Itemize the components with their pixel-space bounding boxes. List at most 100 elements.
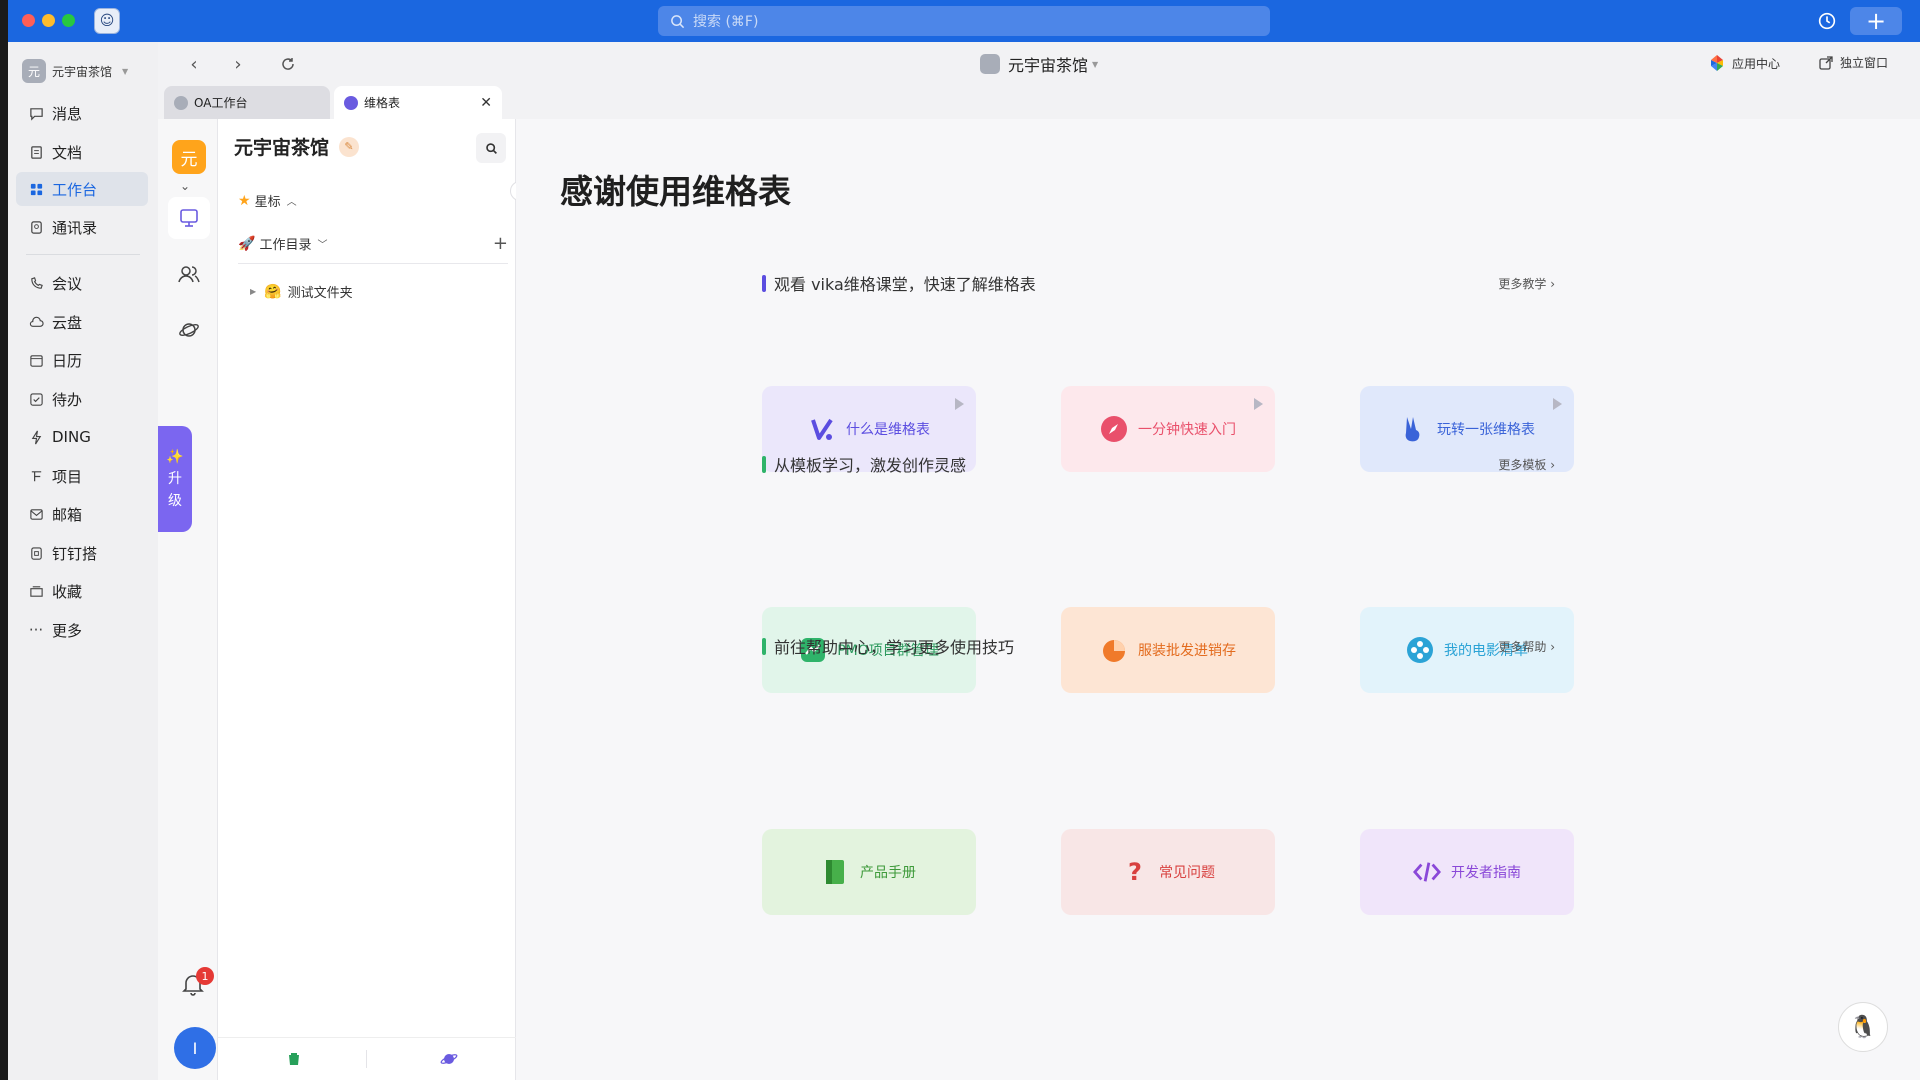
- folder-emoji-icon: 🤗: [264, 283, 282, 300]
- card-faq[interactable]: ? 常见问题: [1061, 829, 1275, 915]
- work-directory-toggle[interactable]: 🚀 工作目录 ﹀ +: [238, 233, 508, 254]
- chevron-down-icon[interactable]: ⌄: [180, 179, 190, 193]
- back-button[interactable]: ‹: [182, 52, 206, 76]
- section-header-courses: 观看 vika维格课堂，快速了解维格表 更多教学 ›: [762, 273, 1555, 294]
- mail-icon: [28, 506, 44, 522]
- tab-oa-workbench[interactable]: OA工作台: [164, 86, 330, 119]
- compass-icon: [1100, 415, 1128, 443]
- work-directory-label: 工作目录: [259, 238, 312, 253]
- sidebar-item-label: 待办: [52, 390, 83, 409]
- sidebar-item-lowcode[interactable]: 钉钉搭: [16, 536, 148, 570]
- card-label: 产品手册: [860, 865, 916, 881]
- trash-icon[interactable]: [286, 1051, 302, 1067]
- new-plus-button[interactable]: +: [1850, 7, 1902, 35]
- play-icon: [1254, 398, 1263, 410]
- sidebar-item-contacts[interactable]: 通讯录: [16, 210, 148, 244]
- sidebar-item-label: 钉钉搭: [52, 544, 98, 563]
- more-link-label: 更多教学: [1498, 276, 1547, 291]
- org-switcher[interactable]: 元 元宇宙茶馆 ▼: [22, 58, 154, 84]
- ding-icon: [28, 429, 44, 445]
- card-label: 一分钟快速入门: [1138, 422, 1236, 438]
- app-sidebar: 元 元宇宙茶馆 ▼ 消息 文档 工作台 通讯录 会议 云盘 日历 待办 DING…: [8, 42, 158, 1080]
- card-developer-guide[interactable]: 开发者指南: [1360, 829, 1574, 915]
- minimize-window-button[interactable]: [42, 14, 55, 27]
- document-icon: [28, 144, 44, 160]
- card-label: 常见问题: [1159, 865, 1215, 881]
- app-logo-icon[interactable]: ☺: [94, 8, 120, 34]
- history-icon[interactable]: [1816, 10, 1838, 32]
- sidebar-item-mail[interactable]: 邮箱: [16, 497, 148, 531]
- catalog-search-button[interactable]: [476, 133, 506, 163]
- sidebar-item-ding[interactable]: DING: [16, 420, 148, 454]
- sparkle-icon: ✨: [166, 449, 184, 465]
- sidebar-item-project[interactable]: 项目: [16, 459, 148, 493]
- card-label: 开发者指南: [1451, 865, 1521, 881]
- tab-bar: OA工作台 维格表 ✕: [158, 86, 1920, 119]
- catalog-panel: 元宇宙茶馆 ✎ ⇤ ★ 星标 ︿ 🚀 工作目录 ﹀ + ▶ 🤗 测试文件夹: [218, 119, 530, 1080]
- add-node-button[interactable]: +: [493, 233, 508, 254]
- close-window-button[interactable]: [22, 14, 35, 27]
- workspace-icon[interactable]: [168, 197, 210, 239]
- app-center-label: 应用中心: [1732, 56, 1781, 71]
- card-product-manual[interactable]: 产品手册: [762, 829, 976, 915]
- section-accent-bar: [762, 274, 766, 292]
- todo-icon: [28, 391, 44, 407]
- planet-icon[interactable]: [174, 315, 204, 345]
- welcome-page: 感谢使用维格表 观看 vika维格课堂，快速了解维格表 更多教学 › 什么是维格…: [516, 119, 1920, 1080]
- calendar-icon: [28, 352, 44, 368]
- sidebar-item-workbench[interactable]: 工作台: [16, 172, 148, 206]
- more-link-label: 更多模板: [1498, 457, 1547, 472]
- sidebar-item-docs[interactable]: 文档: [16, 135, 148, 169]
- sidebar-divider: [26, 254, 140, 255]
- title-bar: ☺ 搜索 (⌘F) +: [8, 0, 1920, 42]
- sidebar-item-todo[interactable]: 待办: [16, 382, 148, 416]
- page-title: 感谢使用维格表: [560, 172, 791, 211]
- planet-icon[interactable]: [440, 1051, 458, 1067]
- sidebar-item-meeting[interactable]: 会议: [16, 266, 148, 300]
- close-tab-button[interactable]: ✕: [480, 95, 492, 111]
- navigation-bar: ‹ › 元宇宙茶馆 ▼ 应用中心 独立窗口: [158, 42, 1920, 86]
- space-avatar[interactable]: 元: [172, 140, 206, 174]
- global-search-input[interactable]: 搜索 (⌘F): [658, 6, 1270, 36]
- sidebar-item-messages[interactable]: 消息: [16, 96, 148, 130]
- org-name: 元宇宙茶馆: [52, 64, 113, 79]
- sidebar-item-cloud-drive[interactable]: 云盘: [16, 305, 148, 339]
- section-header-templates: 从模板学习，激发创作灵感 更多模板 ›: [762, 454, 1555, 475]
- rocket-icon: 🚀: [238, 235, 256, 252]
- workspace-title-text: 元宇宙茶馆: [1008, 56, 1089, 75]
- standalone-window-button[interactable]: 独立窗口: [1818, 54, 1888, 71]
- upgrade-button[interactable]: ✨ 升 级: [158, 426, 192, 532]
- more-courses-link[interactable]: 更多教学 ›: [1498, 275, 1555, 292]
- contacts-icon: [28, 219, 44, 235]
- forward-button[interactable]: ›: [226, 52, 250, 76]
- caret-down-icon: ▼: [1092, 59, 1099, 69]
- sidebar-item-favorites[interactable]: 收藏: [16, 574, 148, 608]
- vika-favicon-icon: [344, 95, 358, 110]
- maximize-window-button[interactable]: [62, 14, 75, 27]
- chevron-down-icon: ﹀: [317, 240, 328, 251]
- sidebar-item-label: 工作台: [52, 180, 98, 199]
- sidebar-item-label: 更多: [52, 621, 83, 640]
- app-center-icon: [1711, 55, 1723, 71]
- more-templates-link[interactable]: 更多模板 ›: [1498, 456, 1555, 473]
- user-avatar[interactable]: I: [174, 1027, 216, 1069]
- edit-pencil-icon[interactable]: ✎: [339, 136, 360, 157]
- expand-triangle-icon[interactable]: ▶: [250, 287, 256, 296]
- workspace-title[interactable]: 元宇宙茶馆 ▼: [980, 52, 1098, 76]
- sidebar-item-more[interactable]: ··· 更多: [16, 613, 148, 647]
- tab-vika-sheet[interactable]: 维格表 ✕: [334, 86, 502, 119]
- notification-badge: 1: [196, 967, 214, 985]
- refresh-button[interactable]: [276, 52, 300, 76]
- sidebar-item-calendar[interactable]: 日历: [16, 343, 148, 377]
- victory-hand-icon: [1399, 415, 1427, 443]
- standalone-label: 独立窗口: [1840, 56, 1889, 70]
- more-help-link[interactable]: 更多帮助 ›: [1498, 638, 1555, 655]
- assistant-mascot-button[interactable]: 🐧: [1838, 1002, 1888, 1052]
- sidebar-item-label: 邮箱: [52, 505, 83, 524]
- members-icon[interactable]: [174, 259, 204, 289]
- folder-node[interactable]: ▶ 🤗 测试文件夹: [250, 282, 353, 302]
- starred-section-toggle[interactable]: ★ 星标 ︿: [238, 191, 297, 211]
- app-center-button[interactable]: 应用中心: [1708, 54, 1780, 72]
- folder-name: 测试文件夹: [287, 286, 353, 301]
- more-link-label: 更多帮助: [1498, 639, 1547, 654]
